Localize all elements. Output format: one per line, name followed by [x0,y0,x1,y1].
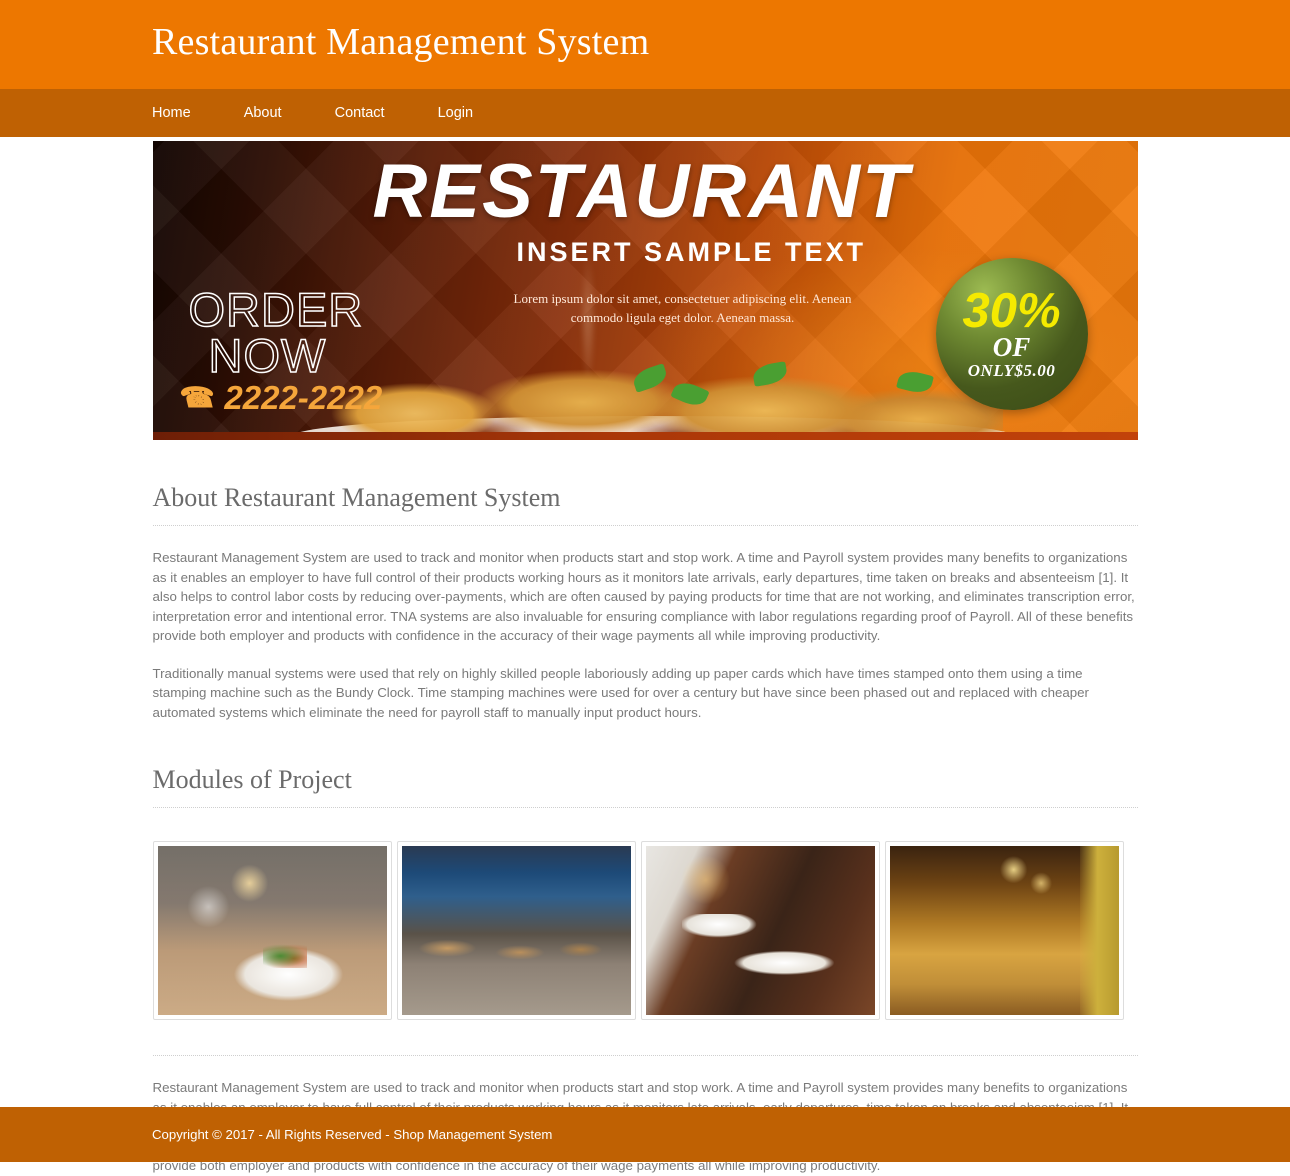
discount-percent: 30% [962,283,1061,338]
module-image-plated-dish [157,846,387,1015]
discount-of-label: OF [992,331,1031,362]
nav-link-about[interactable]: About [244,98,282,128]
nav-item-contact[interactable]: Contact [335,98,438,128]
banner-lorem-text: Lorem ipsum dolor sit amet, consectetuer… [513,291,852,325]
nav-item-home[interactable]: Home [152,98,244,128]
banner-phone-number: 2222-2222 [224,379,383,416]
nav-link-contact[interactable]: Contact [335,98,385,128]
nav-link-login[interactable]: Login [438,98,473,128]
nav-item-login[interactable]: Login [438,98,526,128]
modules-section-heading: Modules of Project [152,763,1138,808]
modules-thumbnail-row [152,841,1138,1020]
nav-list: Home About Contact Login [152,98,526,128]
discount-badge: 30% OF ONLY$5.00 [935,258,1088,410]
hero-banner: RESTAURANT INSERT SAMPLE TEXT Lorem ipsu… [152,141,1138,440]
section-divider [152,1055,1138,1056]
content-container: RESTAURANT INSERT SAMPLE TEXT Lorem ipsu… [152,141,1138,1176]
site-header: Restaurant Management System [0,0,1290,89]
nav-link-home[interactable]: Home [152,98,191,128]
discount-price: ONLY$5.00 [967,360,1056,380]
about-paragraph-1: Restaurant Management System are used to… [152,550,1135,643]
module-image-bistro-interior [889,846,1119,1015]
order-line-2: NOW [208,329,327,382]
about-paragraph-2: Traditionally manual systems were used t… [152,665,1089,720]
nav-item-about[interactable]: About [244,98,335,128]
module-thumbnail-1[interactable] [152,841,392,1020]
banner-bottom-strip [152,432,1138,440]
banner-order-now-text: ORDER NOW [188,285,364,382]
module-thumbnail-4[interactable] [884,841,1124,1020]
phone-icon: ☎ [182,382,218,413]
about-section-heading: About Restaurant Management System [152,481,1138,526]
page-title: Restaurant Management System [152,21,650,63]
site-footer: Copyright © 2017 - All Rights Reserved -… [0,1107,1290,1162]
module-thumbnail-3[interactable] [640,841,880,1020]
page-root: Restaurant Management System Home About … [0,0,1290,1173]
main-navigation: Home About Contact Login [0,89,1290,137]
banner-phone-block: ☎ 2222-2222 [183,381,383,415]
banner-subtitle: INSERT SAMPLE TEXT [516,237,867,267]
module-image-waiter-serving [645,846,875,1015]
module-image-dining-room [401,846,631,1015]
module-thumbnail-2[interactable] [396,841,636,1020]
banner-title: RESTAURANT [372,149,911,234]
footer-copyright: Copyright © 2017 - All Rights Reserved -… [152,1126,553,1142]
